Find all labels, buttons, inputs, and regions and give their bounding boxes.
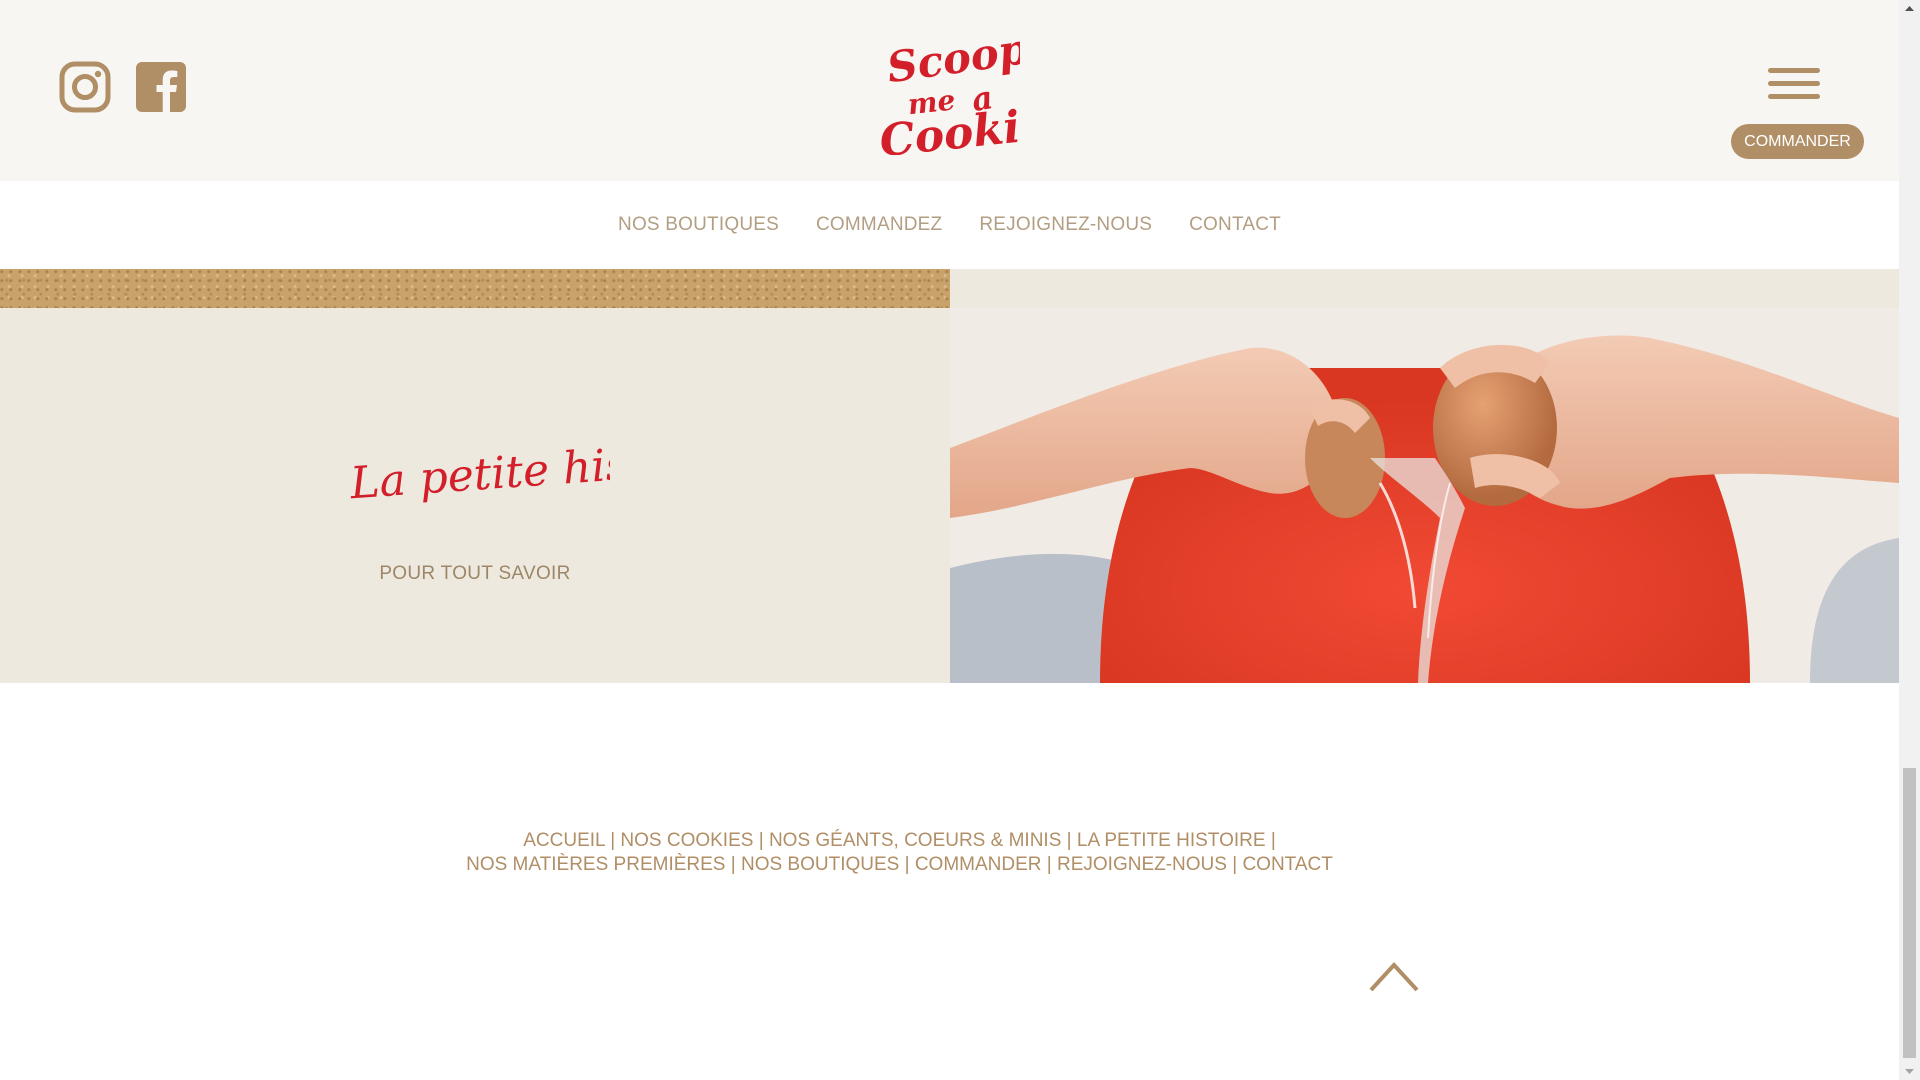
scrollbar-thumb[interactable] bbox=[1903, 768, 1916, 1058]
menu-toggle-button[interactable] bbox=[1768, 68, 1820, 106]
hamburger-icon bbox=[1768, 68, 1820, 73]
page: Scoop me a Cookie COMMANDER NOS BOUTIQUE… bbox=[0, 0, 1899, 1080]
footer-link-contact[interactable]: CONTACT bbox=[1242, 854, 1332, 875]
footer-link-accueil[interactable]: ACCUEIL bbox=[523, 830, 605, 851]
nav-item-contact[interactable]: CONTACT bbox=[1189, 214, 1281, 236]
site-logo[interactable]: Scoop me a Cookie bbox=[877, 24, 1050, 167]
social-links bbox=[59, 61, 187, 113]
back-to-top-button[interactable] bbox=[1368, 959, 1420, 993]
facebook-link[interactable] bbox=[135, 61, 187, 113]
footer-link-commander[interactable]: COMMANDER bbox=[915, 854, 1042, 875]
scroll-down-arrow[interactable] bbox=[1899, 1063, 1920, 1080]
footer-link-boutiques[interactable]: NOS BOUTIQUES bbox=[741, 854, 899, 875]
vertical-scrollbar[interactable] bbox=[1899, 0, 1920, 1080]
nav-item-boutiques[interactable]: NOS BOUTIQUES bbox=[618, 214, 779, 236]
footer-row-2: NOS MATIÈRES PREMIÈRES | NOS BOUTIQUES |… bbox=[466, 854, 1333, 875]
footer-link-petite-histoire[interactable]: LA PETITE HISTOIRE bbox=[1077, 830, 1266, 851]
nav-item-commandez[interactable]: COMMANDEZ bbox=[816, 214, 942, 236]
nav-item-rejoignez[interactable]: REJOIGNEZ-NOUS bbox=[979, 214, 1152, 236]
story-link[interactable]: POUR TOUT SAVOIR bbox=[0, 563, 950, 585]
footer-link-geants[interactable]: NOS GÉANTS, COEURS & MINIS bbox=[769, 830, 1061, 851]
beige-strip bbox=[950, 269, 1899, 308]
facebook-icon bbox=[136, 62, 186, 112]
story-title: La petite histoire bbox=[340, 430, 735, 520]
chevron-up-icon bbox=[1369, 962, 1419, 992]
site-header: Scoop me a Cookie COMMANDER bbox=[0, 0, 1899, 181]
order-button[interactable]: COMMANDER bbox=[1731, 124, 1864, 159]
instagram-link[interactable] bbox=[59, 61, 111, 113]
scroll-up-arrow[interactable] bbox=[1899, 0, 1920, 17]
egg-cracking-photo bbox=[950, 308, 1899, 683]
footer-link-nos-cookies[interactable]: NOS COOKIES bbox=[620, 830, 753, 851]
main-nav: NOS BOUTIQUES COMMANDEZ REJOIGNEZ-NOUS C… bbox=[0, 181, 1899, 269]
footer-links: ACCUEIL | NOS COOKIES | NOS GÉANTS, COEU… bbox=[0, 829, 1799, 877]
footer-link-rejoignez[interactable]: REJOIGNEZ-NOUS bbox=[1057, 854, 1227, 875]
svg-text:La petite histoire: La petite histoire bbox=[348, 432, 610, 510]
footer-row-1: ACCUEIL | NOS COOKIES | NOS GÉANTS, COEU… bbox=[523, 830, 1276, 851]
cookie-texture-strip bbox=[0, 269, 950, 308]
instagram-icon bbox=[59, 61, 111, 113]
footer-link-matieres[interactable]: NOS MATIÈRES PREMIÈRES bbox=[466, 854, 725, 875]
